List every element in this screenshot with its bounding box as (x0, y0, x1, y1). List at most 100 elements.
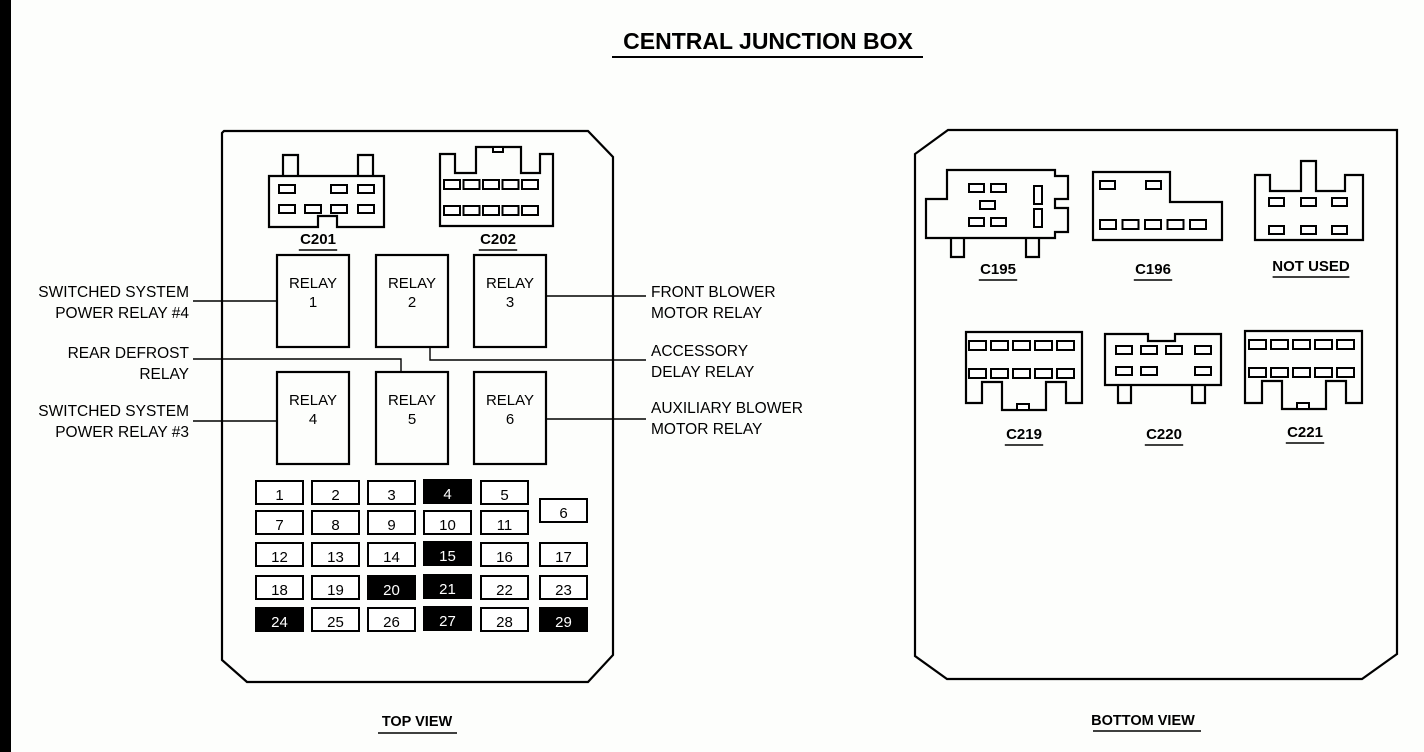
connector-pin (1140, 366, 1158, 376)
fuse-grid: 1 2 3 4 567 8 9 10 1112 13 14 15 16 1718 19 20 21 22 2324 2… (255, 479, 588, 632)
fuse-1: 1 (255, 480, 304, 505)
connector-pin (1336, 367, 1355, 378)
fuse-24: 24 (255, 607, 304, 632)
connector-c196: C196 (1091, 170, 1224, 281)
callout-text: POWER RELAY #3 (55, 424, 189, 441)
fuse-6: 6 (539, 498, 588, 523)
callout-relay-1: SWITCHED SYSTEM POWER RELAY #4 (38, 284, 277, 322)
connector-pin (979, 200, 996, 210)
fuse-number: 27 (439, 613, 456, 630)
fuse-13: 13 (311, 542, 360, 567)
fuse-number: 25 (327, 614, 344, 631)
relay-3: RELAY 3 (472, 253, 548, 349)
fuse-14: 14 (367, 542, 416, 567)
connector-c220: C220 (1103, 332, 1223, 446)
connector-pin (968, 217, 985, 227)
fuse-number: 12 (271, 549, 288, 566)
fuse-9: 9 (367, 510, 416, 535)
fuse-10: 10 (423, 510, 472, 535)
bottom-view-connectors: C195 C196 NOT USED C219 C220 C221 (924, 159, 1365, 446)
fuse-number: 22 (496, 582, 513, 599)
fuse-number: 4 (443, 486, 451, 503)
connector-label: NOT USED (1272, 258, 1350, 275)
callout-text: MOTOR RELAY (651, 305, 762, 322)
fuse-number: 8 (331, 517, 339, 534)
connector-latch (356, 153, 375, 176)
relay-number: 1 (309, 294, 317, 311)
connector-pin (1314, 367, 1333, 378)
connector-pin (482, 205, 500, 216)
fuse-number: 6 (559, 505, 567, 522)
fuse-21: 21 (423, 574, 472, 599)
relay-label: RELAY (388, 275, 436, 292)
fuse-23: 23 (539, 575, 588, 600)
relay-callouts: SWITCHED SYSTEMPOWER RELAY #4 SWITCHED SY… (38, 284, 803, 441)
relay-label: RELAY (486, 275, 534, 292)
fuse-number: 26 (383, 614, 400, 631)
fuse-8: 8 (311, 510, 360, 535)
relay-2: RELAY 2 (374, 253, 450, 349)
fuse-29: 29 (539, 607, 588, 632)
fuse-12: 12 (255, 542, 304, 567)
connector-pin (1115, 366, 1133, 376)
bottom-view-panel: C195 C196 NOT USED C219 C220 C221 (913, 128, 1399, 681)
fuse-number: 21 (439, 581, 456, 598)
connector-pin (1331, 225, 1348, 235)
fuse-17: 17 (539, 542, 588, 567)
relay-label: RELAY (289, 275, 337, 292)
diagram-title: CENTRAL JUNCTION BOX (623, 28, 913, 54)
connector-pin (1189, 219, 1207, 230)
callout-text: AUXILIARY BLOWER (651, 400, 803, 417)
fuse-number: 19 (327, 582, 344, 599)
connector-pin (968, 340, 987, 351)
fuse-11: 11 (480, 510, 529, 535)
connector-c221: C221 (1243, 329, 1364, 444)
connector-pin (521, 205, 539, 216)
connector-pin (501, 179, 520, 190)
fuse-number: 13 (327, 549, 344, 566)
connector-pin (1300, 225, 1317, 235)
connector-latch (1116, 385, 1133, 405)
callout-leader-line (193, 358, 402, 372)
connector-label: C202 (480, 231, 516, 248)
connector-pin (1099, 180, 1116, 190)
relay-label: RELAY (388, 392, 436, 409)
connector-c220-body (1103, 332, 1223, 387)
connector-pin (1121, 219, 1140, 230)
connector-pin (1331, 197, 1348, 207)
connector-pin (443, 179, 461, 190)
relay-4: RELAY 4 (275, 370, 351, 466)
connector-pin (278, 184, 296, 194)
connector-pin (1268, 197, 1285, 207)
callout-text: SWITCHED SYSTEM (38, 403, 189, 420)
fuse-19: 19 (311, 575, 360, 600)
relay-number: 6 (506, 411, 514, 428)
connector-pin (1140, 345, 1158, 355)
connector-pin (1145, 180, 1162, 190)
junction-box-diagram: CENTRAL JUNCTION BOX C201 C202 RELAY 1 RELA… (38, 28, 1399, 734)
fuse-number: 29 (555, 614, 572, 631)
fuse-number: 18 (271, 582, 288, 599)
callout-text: ACCESSORY (651, 343, 748, 360)
connector-c201-body (267, 174, 386, 229)
callout-relay-6: AUXILIARY BLOWER MOTOR RELAY (546, 400, 803, 438)
connector-latch (949, 238, 966, 259)
connector-pin (990, 340, 1009, 351)
callout-relay-2: ACCESSORY DELAY RELAY (429, 343, 754, 381)
fuse-number: 11 (497, 517, 513, 534)
connector-c202: C202 (438, 145, 555, 251)
fuse-26: 26 (367, 607, 416, 632)
fuse-22: 22 (480, 575, 529, 600)
callout-relay-4: SWITCHED SYSTEM POWER RELAY #3 (38, 403, 277, 441)
fuse-number: 15 (439, 548, 456, 565)
connector-pin (1034, 340, 1053, 351)
fuse-3: 3 (367, 480, 416, 505)
connector-pin (1270, 367, 1289, 378)
connector-c201: C201 (267, 153, 386, 251)
fuse-25: 25 (311, 607, 360, 632)
connector-pin (330, 204, 348, 214)
connector-pin (968, 183, 985, 193)
connector-label: C195 (980, 261, 1016, 278)
connector-pin (1314, 339, 1333, 350)
connector-pin (1099, 219, 1117, 230)
